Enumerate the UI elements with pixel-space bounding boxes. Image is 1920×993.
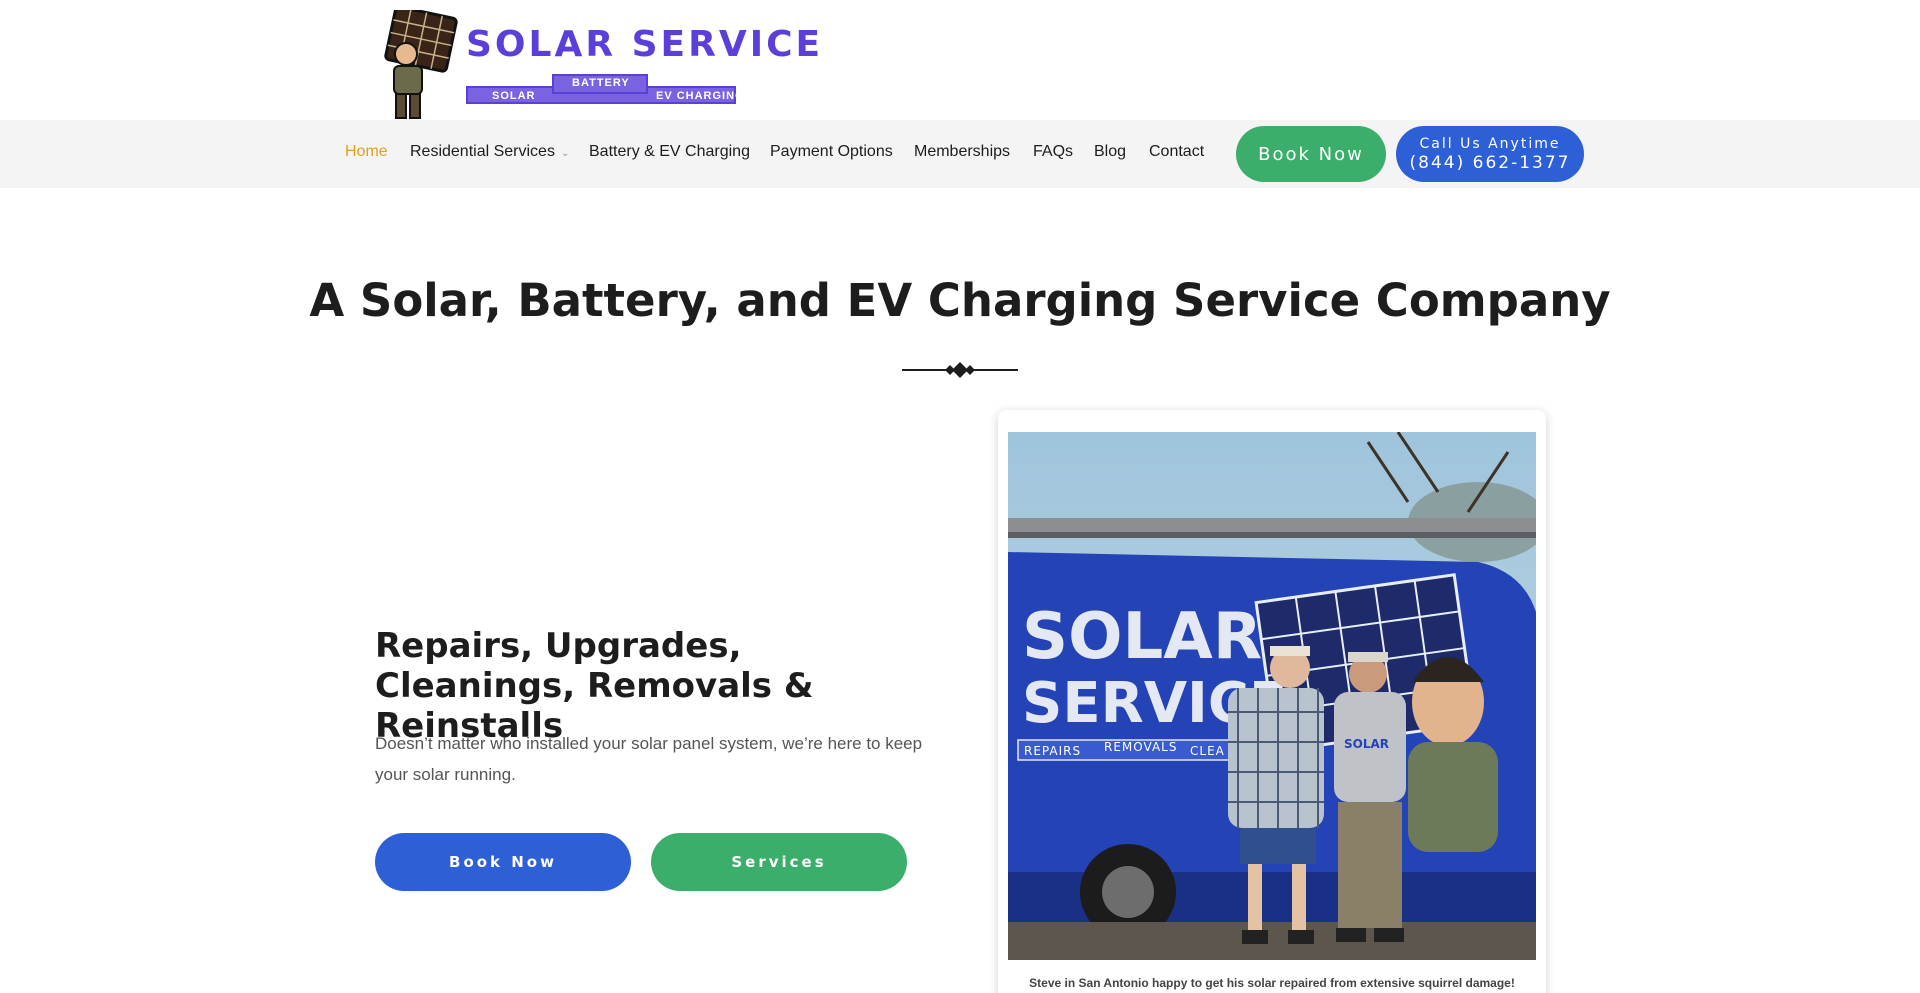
main-nav: Home Residential Services ⌄ Battery & EV … — [0, 120, 1920, 188]
mascot-icon — [384, 10, 458, 119]
decorative-divider — [902, 362, 1018, 378]
ribbon-solar: SOLAR — [492, 90, 536, 102]
van-text-solar: SOLAR — [1022, 600, 1262, 674]
nav-home[interactable]: Home — [345, 143, 388, 161]
van-ribbon-removals: REMOVALS — [1104, 740, 1177, 754]
ribbon-battery: BATTERY — [572, 77, 630, 89]
book-now-button[interactable]: Book Now — [375, 833, 631, 891]
section-description: Doesn’t matter who installed your solar … — [375, 734, 923, 784]
nav-battery-ev[interactable]: Battery & EV Charging — [589, 143, 750, 161]
van-ribbon-clea: CLEA — [1190, 744, 1225, 758]
chevron-down-icon: ⌄ — [560, 148, 570, 159]
nav-memberships[interactable]: Memberships — [914, 143, 1010, 161]
logo-ribbon: SOLAR BATTERY EV CHARGING — [466, 72, 744, 106]
logo-title: SOLAR SERVICE — [466, 24, 824, 65]
photo-card: SOLAR SERVICE REPAIRS REMOVALS CLEA SOLA… — [998, 410, 1546, 993]
photo-caption: Steve in San Antonio happy to get his so… — [1029, 976, 1515, 990]
site-logo[interactable]: SOLAR SERVICE SOLAR BATTERY EV CHARGING — [376, 10, 820, 120]
nav-contact[interactable]: Contact — [1149, 143, 1204, 161]
nav-residential-services[interactable]: Residential Services ⌄ — [410, 143, 569, 161]
page-title: A Solar, Battery, and EV Charging Servic… — [309, 274, 1611, 327]
technician-van-photo: SOLAR SERVICE REPAIRS REMOVALS CLEA SOLA… — [1008, 432, 1536, 960]
call-us-phone: (844) 662-1377 — [1409, 152, 1571, 173]
van-ribbon-repairs: REPAIRS — [1024, 744, 1081, 758]
nav-faqs[interactable]: FAQs — [1033, 143, 1073, 161]
svg-text:SOLAR: SOLAR — [1344, 737, 1389, 751]
call-us-label: Call Us Anytime — [1419, 135, 1561, 152]
nav-blog[interactable]: Blog — [1094, 143, 1126, 161]
nav-residential-services-label: Residential Services — [410, 143, 555, 160]
services-button[interactable]: Services — [651, 833, 907, 891]
ribbon-ev-charging: EV CHARGING — [656, 90, 745, 102]
call-us-button[interactable]: Call Us Anytime (844) 662-1377 — [1396, 126, 1584, 182]
nav-payment-options[interactable]: Payment Options — [770, 143, 893, 161]
book-now-header-button[interactable]: Book Now — [1236, 126, 1386, 182]
